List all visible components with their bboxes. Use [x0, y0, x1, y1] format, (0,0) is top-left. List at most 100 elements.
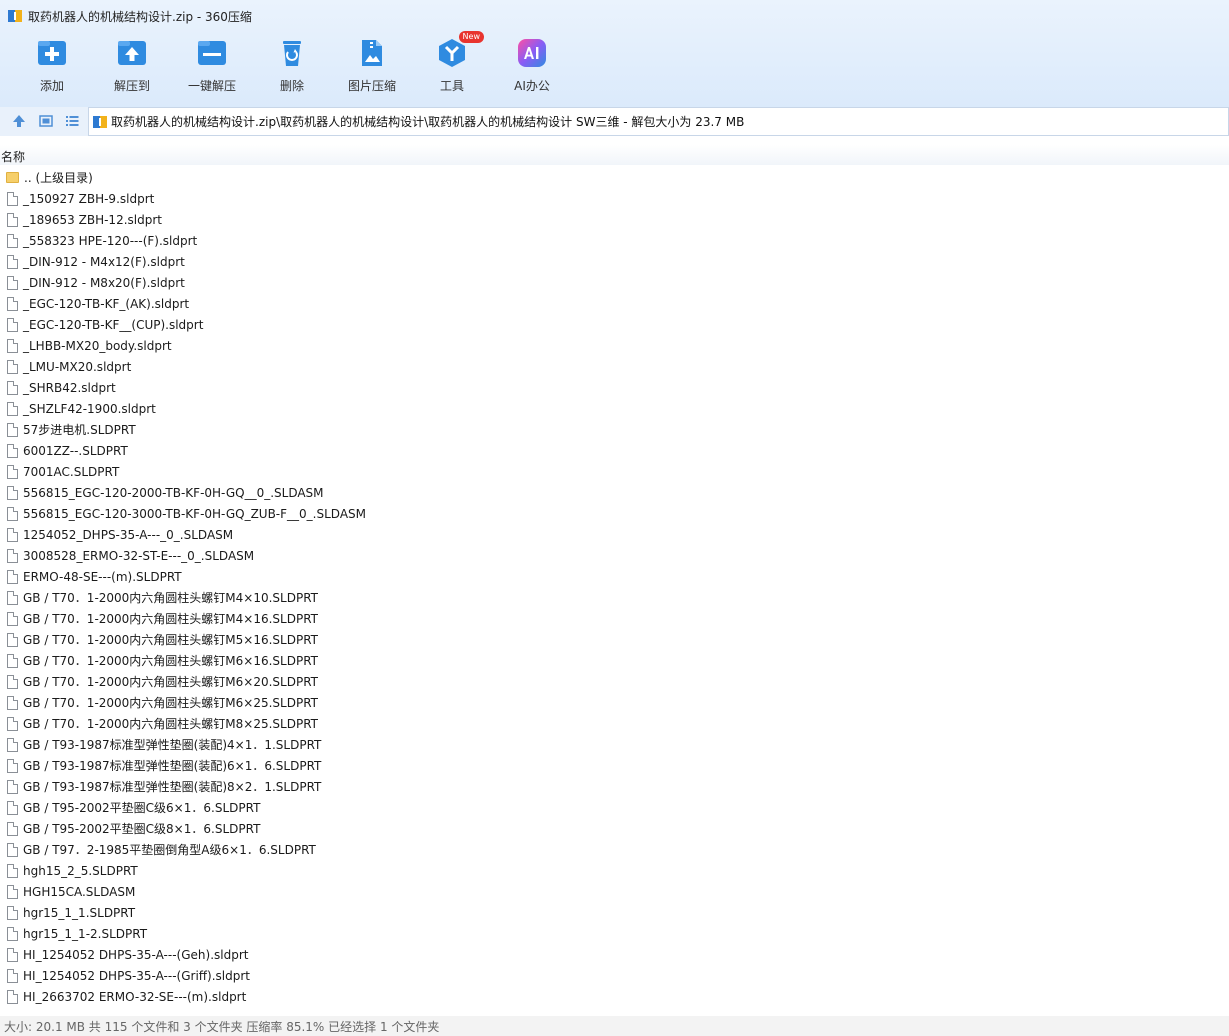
file-row[interactable]: GB / T93-1987标准型弹性垫圈(装配)8×2．1.SLDPRT: [0, 776, 1229, 797]
file-row[interactable]: GB / T70．1-2000内六角圆柱头螺钉M5×16.SLDPRT: [0, 629, 1229, 650]
file-row[interactable]: GB / T95-2002平垫圈C级8×1．6.SLDPRT: [0, 818, 1229, 839]
file-row[interactable]: GB / T70．1-2000内六角圆柱头螺钉M8×25.SLDPRT: [0, 713, 1229, 734]
file-name: _189653 ZBH-12.sldprt: [23, 212, 162, 227]
file-row[interactable]: _SHZLF42-1900.sldprt: [0, 398, 1229, 419]
file-icon: [7, 254, 18, 269]
file-row[interactable]: _LHBB-MX20_body.sldprt: [0, 335, 1229, 356]
file-row[interactable]: HI_2663702 ERMO-32-SE---(m).sldprt: [0, 986, 1229, 1007]
file-row[interactable]: GB / T93-1987标准型弹性垫圈(装配)6×1．6.SLDPRT: [0, 755, 1229, 776]
file-row[interactable]: GB / T70．1-2000内六角圆柱头螺钉M4×10.SLDPRT: [0, 587, 1229, 608]
file-row[interactable]: GB / T70．1-2000内六角圆柱头螺钉M6×16.SLDPRT: [0, 650, 1229, 671]
file-row[interactable]: _LMU-MX20.sldprt: [0, 356, 1229, 377]
file-name: _150927 ZBH-9.sldprt: [23, 191, 155, 206]
add-button[interactable]: 添加: [12, 38, 92, 102]
file-row[interactable]: GB / T97．2-1985平垫圈倒角型A级6×1．6.SLDPRT: [0, 839, 1229, 860]
file-icon: [7, 401, 18, 416]
add-icon: [37, 38, 67, 68]
file-row[interactable]: HI_1254052 DHPS-35-A---(Griff).sldprt: [0, 965, 1229, 986]
file-name: GB / T95-2002平垫圈C级8×1．6.SLDPRT: [23, 822, 261, 836]
one-click-extract-label: 一键解压: [187, 79, 236, 93]
file-icon: [7, 863, 18, 878]
file-row[interactable]: 3008528_ERMO-32-ST-E---_0_.SLDASM: [0, 545, 1229, 566]
file-row[interactable]: _EGC-120-TB-KF_(AK).sldprt: [0, 293, 1229, 314]
ai-office-button[interactable]: AI办公: [492, 38, 572, 102]
file-icon: [7, 632, 18, 647]
parent-folder-row[interactable]: .. (上级目录): [0, 167, 1229, 188]
file-icon: [7, 338, 18, 353]
file-row[interactable]: _EGC-120-TB-KF__(CUP).sldprt: [0, 314, 1229, 335]
file-row[interactable]: hgr15_1_1.SLDPRT: [0, 902, 1229, 923]
file-row[interactable]: hgr15_1_1-2.SLDPRT: [0, 923, 1229, 944]
address-bar[interactable]: 取药机器人的机械结构设计.zip\取药机器人的机械结构设计\取药机器人的机械结构…: [88, 107, 1229, 136]
file-icon: [7, 569, 18, 584]
file-row[interactable]: _558323 HPE-120---(F).sldprt: [0, 230, 1229, 251]
zip-app-icon: [8, 9, 22, 23]
file-icon: [7, 653, 18, 668]
file-row[interactable]: _DIN-912 - M8x20(F).sldprt: [0, 272, 1229, 293]
file-row[interactable]: 556815_EGC-120-2000-TB-KF-0H-GQ__0_.SLDA…: [0, 482, 1229, 503]
file-row[interactable]: _SHRB42.sldprt: [0, 377, 1229, 398]
toolbar: 添加 解压到 一键解压 删除 图片压缩 New 工具 AI办公: [12, 31, 572, 102]
file-name: 556815_EGC-120-2000-TB-KF-0H-GQ__0_.SLDA…: [23, 485, 324, 500]
file-name: HI_1254052 DHPS-35-A---(Griff).sldprt: [23, 968, 251, 983]
file-row[interactable]: _150927 ZBH-9.sldprt: [0, 188, 1229, 209]
file-name: GB / T70．1-2000内六角圆柱头螺钉M4×10.SLDPRT: [23, 591, 319, 605]
file-icon: [7, 212, 18, 227]
file-name: GB / T97．2-1985平垫圈倒角型A级6×1．6.SLDPRT: [23, 843, 316, 857]
file-icon: [7, 485, 18, 500]
file-icon: [7, 275, 18, 290]
file-row[interactable]: HI_1254052 DHPS-35-A---(Geh).sldprt: [0, 944, 1229, 965]
file-icon: [7, 296, 18, 311]
file-name: GB / T70．1-2000内六角圆柱头螺钉M6×20.SLDPRT: [23, 675, 319, 689]
file-row[interactable]: GB / T70．1-2000内六角圆柱头螺钉M4×16.SLDPRT: [0, 608, 1229, 629]
title-bar: 取药机器人的机械结构设计.zip - 360压缩: [0, 0, 1229, 32]
file-icon: [7, 968, 18, 983]
file-name: GB / T95-2002平垫圈C级6×1．6.SLDPRT: [23, 801, 261, 815]
up-arrow-icon[interactable]: [12, 114, 26, 128]
file-name: 556815_EGC-120-3000-TB-KF-0H-GQ_ZUB-F__0…: [23, 506, 366, 521]
file-icon: [7, 548, 18, 563]
file-row[interactable]: GB / T70．1-2000内六角圆柱头螺钉M6×25.SLDPRT: [0, 692, 1229, 713]
tools-label: 工具: [439, 79, 464, 93]
extract-to-button[interactable]: 解压到: [92, 38, 172, 102]
file-row[interactable]: ERMO-48-SE---(m).SLDPRT: [0, 566, 1229, 587]
file-name: 3008528_ERMO-32-ST-E---_0_.SLDASM: [23, 548, 255, 563]
file-name: hgr15_1_1.SLDPRT: [23, 905, 136, 920]
name-column-header[interactable]: 名称: [1, 148, 25, 165]
file-row[interactable]: _DIN-912 - M4x12(F).sldprt: [0, 251, 1229, 272]
zip-file-icon: [93, 115, 107, 129]
file-name: HI_2663702 ERMO-32-SE---(m).sldprt: [23, 989, 247, 1004]
tools-button[interactable]: New 工具: [412, 31, 492, 102]
column-header: 名称: [0, 145, 1229, 165]
file-row[interactable]: HGH15CA.SLDASM: [0, 881, 1229, 902]
file-name: GB / T70．1-2000内六角圆柱头螺钉M8×25.SLDPRT: [23, 717, 319, 731]
file-icon: [7, 611, 18, 626]
file-icon: [7, 716, 18, 731]
file-row[interactable]: 556815_EGC-120-3000-TB-KF-0H-GQ_ZUB-F__0…: [0, 503, 1229, 524]
file-row[interactable]: hgh15_2_5.SLDPRT: [0, 860, 1229, 881]
list-view-icon[interactable]: [65, 114, 79, 128]
top-toolbar-area: 取药机器人的机械结构设计.zip - 360压缩 添加 解压到 一键解压 删除 …: [0, 0, 1229, 107]
file-name: .. (上级目录): [24, 171, 93, 185]
image-compress-icon: [357, 38, 387, 68]
file-name: GB / T93-1987标准型弹性垫圈(装配)6×1．6.SLDPRT: [23, 759, 322, 773]
file-row[interactable]: GB / T95-2002平垫圈C级6×1．6.SLDPRT: [0, 797, 1229, 818]
ai-office-label: AI办公: [514, 79, 550, 93]
add-label: 添加: [39, 79, 64, 93]
file-icon: [7, 947, 18, 962]
file-row[interactable]: 1254052_DHPS-35-A---_0_.SLDASM: [0, 524, 1229, 545]
file-list: .. (上级目录) _150927 ZBH-9.sldprt _189653 ZBH…: [0, 167, 1229, 1014]
file-row[interactable]: _189653 ZBH-12.sldprt: [0, 209, 1229, 230]
file-row[interactable]: 6001ZZ--.SLDPRT: [0, 440, 1229, 461]
window-title: 取药机器人的机械结构设计.zip - 360压缩: [28, 9, 252, 24]
image-compress-button[interactable]: 图片压缩: [332, 38, 412, 102]
file-icon: [7, 695, 18, 710]
delete-button[interactable]: 删除: [252, 38, 332, 102]
file-row[interactable]: GB / T93-1987标准型弹性垫圈(装配)4×1．1.SLDPRT: [0, 734, 1229, 755]
one-click-extract-button[interactable]: 一键解压: [172, 38, 252, 102]
file-row[interactable]: 7001AC.SLDPRT: [0, 461, 1229, 482]
file-icon: [7, 380, 18, 395]
thumbnail-view-icon[interactable]: [39, 114, 53, 128]
file-row[interactable]: GB / T70．1-2000内六角圆柱头螺钉M6×20.SLDPRT: [0, 671, 1229, 692]
file-row[interactable]: 57步进电机.SLDPRT: [0, 419, 1229, 440]
